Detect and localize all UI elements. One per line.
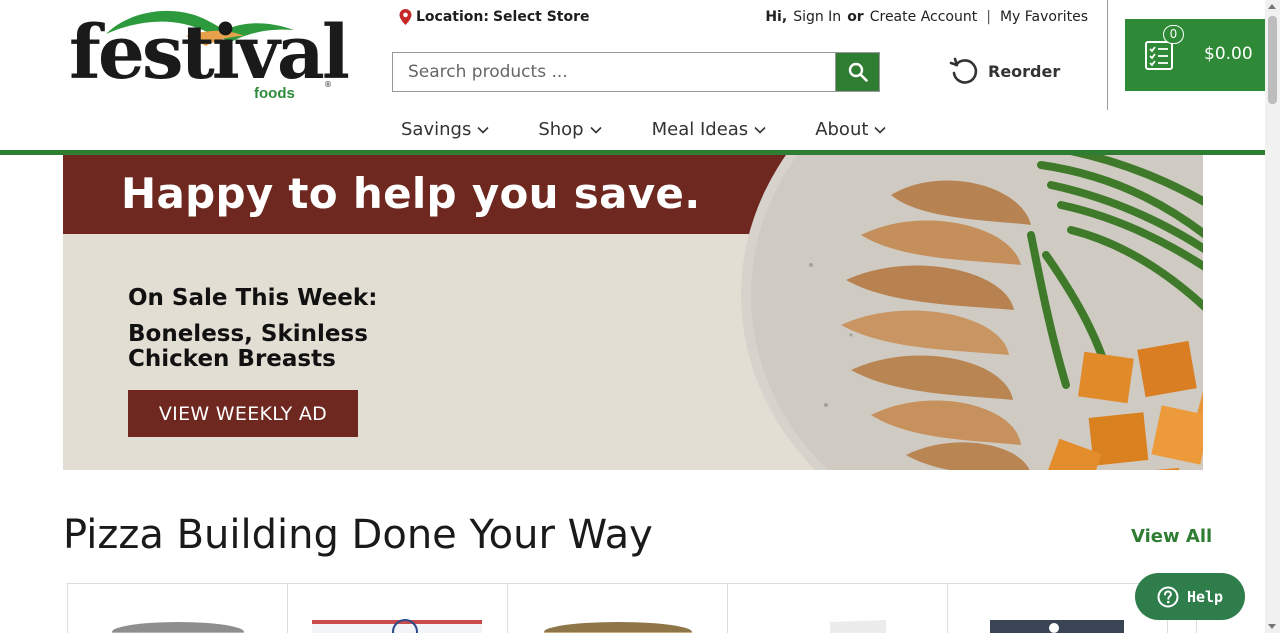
- sign-in-link[interactable]: Sign In: [793, 9, 841, 25]
- chevron-down-icon: [874, 126, 886, 134]
- scroll-thumb[interactable]: [1268, 16, 1277, 104]
- search-bar: [392, 52, 880, 92]
- product-card[interactable]: [947, 583, 1167, 633]
- greeting-text: Hi,: [765, 9, 788, 25]
- select-store-link[interactable]: Select Store: [493, 9, 590, 25]
- product-card[interactable]: [67, 583, 287, 633]
- product-image: [990, 620, 1124, 633]
- nav-item-shop[interactable]: Shop: [538, 119, 602, 140]
- reorder-button[interactable]: Reorder: [948, 55, 1060, 87]
- view-weekly-ad-button[interactable]: VIEW WEEKLY AD: [128, 390, 358, 437]
- logo-wordmark: festival: [69, 10, 350, 96]
- header-divider: [1107, 0, 1108, 110]
- reorder-label: Reorder: [988, 61, 1061, 81]
- cart-count-badge: 0: [1163, 25, 1184, 44]
- nav-item-about[interactable]: About: [815, 119, 886, 140]
- product-image: [544, 622, 692, 633]
- account-separator: |: [986, 9, 991, 25]
- nav-item-savings[interactable]: Savings: [401, 119, 489, 140]
- hero-banner[interactable]: Happy to help you save. On Sale This Wee…: [63, 155, 1203, 470]
- help-label: Help: [1186, 587, 1224, 606]
- nav-label: Meal Ideas: [651, 119, 749, 140]
- product-card[interactable]: [287, 583, 507, 633]
- nav-item-meal-ideas[interactable]: Meal Ideas: [652, 119, 767, 140]
- or-text: or: [847, 9, 864, 25]
- search-icon: [848, 62, 868, 82]
- my-favorites-link[interactable]: My Favorites: [1000, 9, 1088, 25]
- product-image: [830, 620, 886, 633]
- help-button[interactable]: Help: [1135, 573, 1245, 620]
- chevron-down-icon: [477, 126, 489, 134]
- product-image: [112, 622, 244, 633]
- reorder-icon: [949, 57, 978, 84]
- product-image: [312, 619, 482, 633]
- hero-product-name: Boneless, Skinless Chicken Breasts: [128, 321, 368, 372]
- search-button[interactable]: [835, 53, 879, 91]
- nav-label: Shop: [538, 119, 584, 140]
- cart-total: $0.00: [1204, 44, 1253, 64]
- cart-button[interactable]: 0 $0.00: [1125, 19, 1266, 91]
- chevron-down-icon: [590, 126, 602, 134]
- search-input[interactable]: [393, 53, 835, 91]
- scroll-down-arrow-icon[interactable]: [1268, 624, 1276, 629]
- scroll-up-arrow-icon[interactable]: [1268, 4, 1276, 9]
- logo-registered-mark: ®: [324, 80, 332, 89]
- account-links: Hi, Sign In or Create Account | My Favor…: [765, 9, 1088, 25]
- page-scrollbar[interactable]: [1265, 0, 1280, 633]
- product-card[interactable]: [727, 583, 947, 633]
- nav-label: About: [815, 119, 869, 140]
- nav-label: Savings: [401, 119, 472, 140]
- location-pin-icon: [399, 9, 412, 25]
- location-label: Location:: [416, 9, 489, 25]
- festival-foods-logo[interactable]: festival foods ®: [66, 6, 350, 104]
- product-card[interactable]: [507, 583, 727, 633]
- hero-sale-label: On Sale This Week:: [128, 285, 378, 311]
- help-question-icon: [1157, 586, 1179, 607]
- hero-title: Happy to help you save.: [121, 169, 701, 218]
- product-carousel: [67, 583, 1197, 633]
- section-title: Pizza Building Done Your Way: [63, 512, 653, 558]
- view-all-link[interactable]: View All: [1131, 526, 1212, 547]
- main-nav: Savings Shop Meal Ideas About: [401, 119, 935, 140]
- store-location[interactable]: Location: Select Store: [399, 9, 590, 25]
- create-account-link[interactable]: Create Account: [870, 9, 978, 25]
- site-header: festival foods ® Location: Select Store …: [0, 0, 1266, 155]
- logo-subtext: foods: [254, 85, 295, 102]
- chicken-plate-image: [741, 155, 1203, 470]
- chevron-down-icon: [754, 126, 766, 134]
